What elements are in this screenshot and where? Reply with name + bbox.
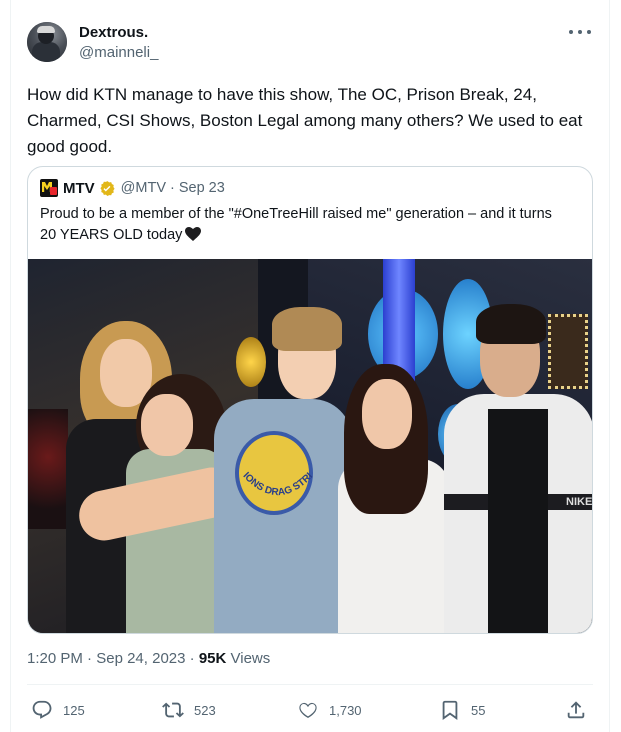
shirt-print-text: LIONS DRAG STRIP bbox=[235, 464, 315, 498]
reply-button[interactable]: 125 bbox=[31, 696, 85, 724]
tweet-date[interactable]: Sep 24, 2023 bbox=[96, 650, 185, 667]
tweet-text: How did KTN manage to have this show, Th… bbox=[27, 85, 583, 156]
reply-count: 125 bbox=[63, 702, 85, 718]
retweet-button[interactable]: 523 bbox=[162, 696, 216, 724]
quoted-tweet-header: MTV @MTV · Sep 23 bbox=[40, 178, 225, 198]
like-count: 1,730 bbox=[329, 702, 362, 718]
verified-badge-icon bbox=[100, 180, 115, 196]
quoted-tweet-body: Proud to be a member of the "#OneTreeHil… bbox=[40, 206, 552, 243]
author-handle[interactable]: @mainneli_ bbox=[79, 44, 158, 61]
heart-outline-icon bbox=[299, 702, 317, 719]
retweet-icon bbox=[162, 702, 184, 718]
share-icon bbox=[567, 701, 585, 719]
quoted-tweet-date[interactable]: Sep 23 bbox=[179, 180, 225, 196]
quoted-author-handle[interactable]: @MTV bbox=[121, 180, 166, 196]
tweet-time[interactable]: 1:20 PM bbox=[27, 650, 83, 667]
shirt-print-label: LIONS DRAG STRIP bbox=[235, 464, 315, 498]
author-display-name[interactable]: Dextrous. bbox=[79, 24, 148, 41]
share-button[interactable] bbox=[565, 696, 597, 724]
separator-dot: · bbox=[170, 180, 175, 196]
quoted-tweet-photo[interactable]: LIONS DRAG STRIP NIKE bbox=[28, 259, 593, 633]
retweet-count: 523 bbox=[194, 702, 216, 718]
jacket-logo-text: NIKE bbox=[566, 496, 593, 508]
bookmark-button[interactable]: 55 bbox=[439, 696, 485, 724]
timeline-border-right bbox=[609, 0, 610, 732]
tweet-meta: 1:20 PM · Sep 24, 2023 · 95K Views bbox=[27, 650, 270, 667]
bookmark-icon bbox=[442, 700, 458, 720]
svg-text:LIONS DRAG STRIP: LIONS DRAG STRIP bbox=[235, 464, 315, 498]
black-heart-icon bbox=[185, 227, 202, 241]
divider bbox=[27, 684, 593, 685]
separator-dot: · bbox=[189, 650, 199, 667]
more-horizontal-icon[interactable] bbox=[569, 26, 591, 38]
separator-dot: · bbox=[87, 650, 97, 667]
bookmark-count: 55 bbox=[471, 702, 486, 718]
like-button[interactable]: 1,730 bbox=[297, 696, 362, 724]
timeline-border-left bbox=[10, 0, 11, 732]
mtv-avatar-icon[interactable] bbox=[40, 179, 58, 197]
quoted-tweet[interactable]: MTV @MTV · Sep 23 Proud to be a member o… bbox=[27, 166, 593, 634]
avatar[interactable] bbox=[27, 22, 67, 62]
reply-icon bbox=[32, 700, 52, 719]
quoted-tweet-text: Proud to be a member of the "#OneTreeHil… bbox=[40, 204, 570, 246]
tweet-header: Dextrous. @mainneli_ bbox=[27, 22, 597, 64]
action-bar: 125 523 1,730 55 bbox=[27, 696, 593, 724]
views-count[interactable]: 95K bbox=[199, 650, 227, 667]
quoted-author-name[interactable]: MTV bbox=[63, 180, 95, 197]
views-label: Views bbox=[230, 650, 271, 667]
